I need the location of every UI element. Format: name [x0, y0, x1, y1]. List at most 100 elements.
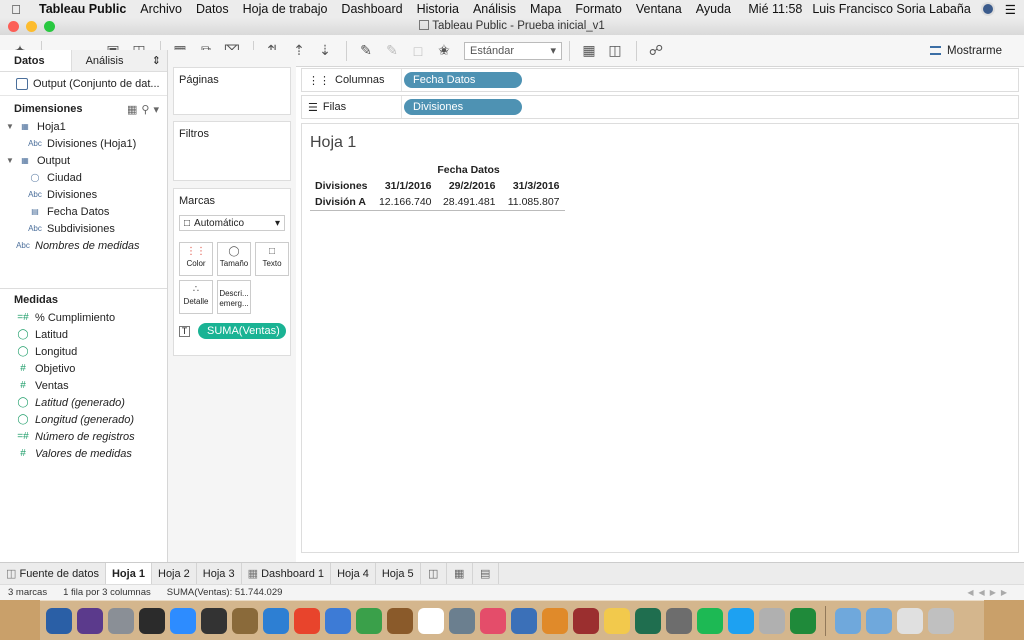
- color-button[interactable]: ⋮⋮ Color: [179, 242, 213, 276]
- user-name[interactable]: Luis Francisco Soria Labaña: [812, 2, 970, 16]
- measure-field[interactable]: =# Número de registros: [0, 428, 167, 445]
- tab-hoja-5[interactable]: Hoja 5: [376, 562, 421, 585]
- dock-app-icon[interactable]: [573, 607, 599, 634]
- dock-app-icon[interactable]: [635, 607, 661, 634]
- menu-dashboard[interactable]: Dashboard: [334, 2, 409, 16]
- suma-ventas-pill[interactable]: SUMA(Ventas): [198, 323, 286, 339]
- datasource-item[interactable]: Output (Conjunto de dat...: [0, 72, 167, 96]
- dock-app-icon[interactable]: [325, 607, 351, 634]
- dock-app-icon[interactable]: [790, 607, 816, 634]
- columns-shelf[interactable]: ⋮⋮ Columnas Fecha Datos: [301, 68, 1019, 92]
- menu-datos[interactable]: Datos: [189, 2, 236, 16]
- measure-field[interactable]: =# % Cumplimiento: [0, 309, 167, 326]
- show-mark-labels-icon[interactable]: □: [406, 43, 430, 59]
- minimize-window-button[interactable]: [26, 21, 37, 32]
- dimension-field[interactable]: Abc Subdivisiones: [0, 220, 167, 237]
- menu-app-name[interactable]: Tableau Public: [32, 2, 133, 16]
- dock-app-icon[interactable]: [201, 607, 227, 634]
- row-header[interactable]: División A: [310, 194, 373, 211]
- dock-app-icon[interactable]: [542, 607, 568, 634]
- dock-app-icon[interactable]: [232, 607, 258, 634]
- detail-button[interactable]: ∴ Detalle: [179, 280, 213, 314]
- highlight-icon[interactable]: ✎: [354, 42, 378, 59]
- dock-app-icon[interactable]: [604, 607, 630, 634]
- new-worksheet-icon[interactable]: ◫: [421, 562, 447, 585]
- dock-app-icon[interactable]: [697, 607, 723, 634]
- show-me-button[interactable]: Mostrarme: [930, 45, 1002, 57]
- clock[interactable]: Mié 11:58: [748, 2, 802, 16]
- tooltip-button[interactable]: Descri... emerg...: [217, 280, 251, 314]
- column-field-header[interactable]: Fecha Datos: [373, 162, 565, 178]
- text-button[interactable]: □ Texto: [255, 242, 289, 276]
- table-cell[interactable]: 12.166.740: [372, 194, 437, 211]
- chevron-down-icon[interactable]: ▼: [6, 122, 16, 131]
- dock-app-icon[interactable]: [263, 607, 289, 634]
- tab-dashboard-1[interactable]: ▦ Dashboard 1: [242, 562, 332, 585]
- dock-app-icon[interactable]: [666, 607, 692, 634]
- table-group[interactable]: ▼ ▦ Output: [0, 152, 167, 169]
- dimension-field[interactable]: ▤ Fecha Datos: [0, 203, 167, 220]
- dock-app-icon[interactable]: [418, 607, 444, 634]
- measure-field[interactable]: ◯ Latitud: [0, 326, 167, 343]
- table-group[interactable]: ▼ ▦ Hoja1: [0, 118, 167, 135]
- new-dashboard-icon[interactable]: ▦: [447, 562, 473, 585]
- filters-card[interactable]: Filtros: [173, 121, 291, 181]
- fit-view-select[interactable]: Estándar ▾: [464, 41, 562, 60]
- table-cell[interactable]: 28.491.481: [436, 194, 501, 211]
- share-icon[interactable]: ☍: [644, 42, 668, 59]
- pages-card[interactable]: Páginas: [173, 67, 291, 115]
- dock-app-icon[interactable]: [928, 607, 954, 634]
- tab-hoja-2[interactable]: Hoja 2: [152, 562, 197, 585]
- tab-fuente-de-datos[interactable]: ◫ Fuente de datos: [0, 562, 106, 585]
- tab-hoja-4[interactable]: Hoja 4: [331, 562, 376, 585]
- dock-app-icon[interactable]: [356, 607, 382, 634]
- close-window-button[interactable]: [8, 21, 19, 32]
- dock-app-icon[interactable]: [835, 607, 861, 634]
- menu-archivo[interactable]: Archivo: [133, 2, 189, 16]
- dock-app-icon[interactable]: [511, 607, 537, 634]
- dimensions-tools[interactable]: ▦⚲▾: [127, 103, 167, 116]
- menu-historia[interactable]: Historia: [410, 2, 466, 16]
- menu-analisis[interactable]: Análisis: [466, 2, 523, 16]
- dock-app-icon[interactable]: [449, 607, 475, 634]
- tab-datos[interactable]: Datos: [0, 50, 72, 71]
- menu-hoja-de-trabajo[interactable]: Hoja de trabajo: [236, 2, 335, 16]
- measure-field[interactable]: # Objetivo: [0, 360, 167, 377]
- dock-app-icon[interactable]: [139, 607, 165, 634]
- dock-app-icon[interactable]: [46, 607, 72, 634]
- apple-icon[interactable]: : [0, 2, 32, 17]
- chevron-down-icon[interactable]: ▼: [6, 156, 16, 165]
- measure-field[interactable]: # Ventas: [0, 377, 167, 394]
- dock-app-icon[interactable]: [77, 607, 103, 634]
- tab-analisis[interactable]: Análisis ⇕: [71, 50, 167, 71]
- row-field-header[interactable]: Divisiones: [310, 178, 373, 194]
- menu-formato[interactable]: Formato: [568, 2, 629, 16]
- menu-ventana[interactable]: Ventana: [629, 2, 689, 16]
- table-cell[interactable]: 11.085.807: [500, 194, 565, 211]
- dimension-field[interactable]: ◯ Ciudad: [0, 169, 167, 186]
- avatar[interactable]: [980, 2, 995, 16]
- dock-app-icon[interactable]: [728, 607, 754, 634]
- measure-field[interactable]: # Valores de medidas: [0, 445, 167, 462]
- sort-descending-icon[interactable]: ⇣: [313, 42, 337, 59]
- dock-app-icon[interactable]: [170, 607, 196, 634]
- fix-axes-icon[interactable]: ✬: [432, 42, 456, 59]
- divisiones-pill[interactable]: Divisiones: [404, 99, 522, 115]
- fecha-datos-pill[interactable]: Fecha Datos: [404, 72, 522, 88]
- measure-field[interactable]: ◯ Latitud (generado): [0, 394, 167, 411]
- measure-field[interactable]: ◯ Longitud (generado): [0, 411, 167, 428]
- dimension-field[interactable]: Abc Divisiones: [0, 186, 167, 203]
- dock-app-icon[interactable]: [480, 607, 506, 634]
- dock-app-icon[interactable]: [759, 607, 785, 634]
- show-cards-icon[interactable]: ▦: [577, 42, 601, 59]
- menu-ayuda[interactable]: Ayuda: [689, 2, 738, 16]
- mark-type-select[interactable]: □ Automático ▾: [179, 215, 285, 231]
- presentation-mode-icon[interactable]: ◫: [603, 42, 627, 59]
- dock-app-icon[interactable]: [387, 607, 413, 634]
- dock-app-icon[interactable]: [294, 607, 320, 634]
- column-header[interactable]: 31/3/2016: [501, 178, 565, 194]
- measure-field[interactable]: ◯ Longitud: [0, 343, 167, 360]
- column-header[interactable]: 31/1/2016: [373, 178, 437, 194]
- new-story-icon[interactable]: ▤: [473, 562, 499, 585]
- rows-shelf[interactable]: ☰ Filas Divisiones: [301, 95, 1019, 119]
